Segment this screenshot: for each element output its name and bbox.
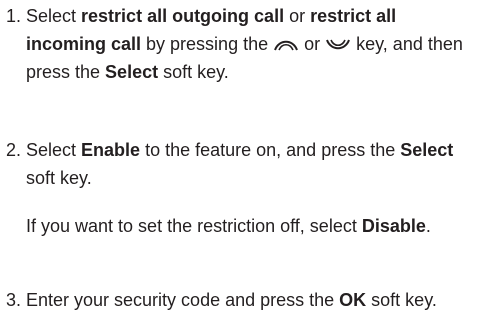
step-number: 2. bbox=[6, 140, 22, 160]
option-enable: Enable bbox=[81, 140, 141, 160]
text-run: Enter your security code and press the bbox=[26, 290, 340, 310]
manual-page: 1. Select restrict all outgoing call or … bbox=[0, 0, 480, 329]
ok-softkey-label: OK bbox=[339, 290, 367, 310]
step-2-text: Select Enable to the feature on, and pre… bbox=[26, 136, 474, 192]
step-number: 3. bbox=[6, 290, 22, 310]
select-softkey-label: Select bbox=[400, 140, 454, 160]
text-run: soft key. bbox=[158, 62, 229, 82]
step-2: 2. Select Enable to the feature on, and … bbox=[6, 136, 474, 192]
text-run: If you want to set the restriction off, … bbox=[26, 216, 362, 236]
text-run: soft key. bbox=[26, 168, 92, 188]
text-run: . bbox=[425, 216, 431, 236]
step-3-text: Enter your security code and press the O… bbox=[26, 286, 474, 314]
text-run: soft key. bbox=[366, 290, 437, 310]
up-key-icon bbox=[273, 38, 299, 52]
text-run: by pressing the bbox=[141, 34, 274, 54]
text-run: or bbox=[299, 34, 326, 54]
step-number: 1. bbox=[6, 6, 22, 26]
step-1-text: Select restrict all outgoing call or res… bbox=[26, 2, 474, 86]
select-softkey-label: Select bbox=[105, 62, 159, 82]
down-key-icon bbox=[325, 38, 351, 52]
step-1: 1. Select restrict all outgoing call or … bbox=[6, 2, 474, 86]
step-2-note: If you want to set the restriction off, … bbox=[6, 212, 474, 240]
step-3: 3. Enter your security code and press th… bbox=[6, 286, 474, 314]
text-run: to the feature on, and press the bbox=[140, 140, 401, 160]
option-restrict-outgoing: restrict all outgoing call bbox=[81, 6, 285, 26]
text-run: Select bbox=[26, 140, 82, 160]
option-disable: Disable bbox=[361, 216, 426, 236]
text-run: Select bbox=[26, 6, 82, 26]
step-2-note-text: If you want to set the restriction off, … bbox=[26, 212, 474, 240]
text-run: or bbox=[284, 6, 311, 26]
